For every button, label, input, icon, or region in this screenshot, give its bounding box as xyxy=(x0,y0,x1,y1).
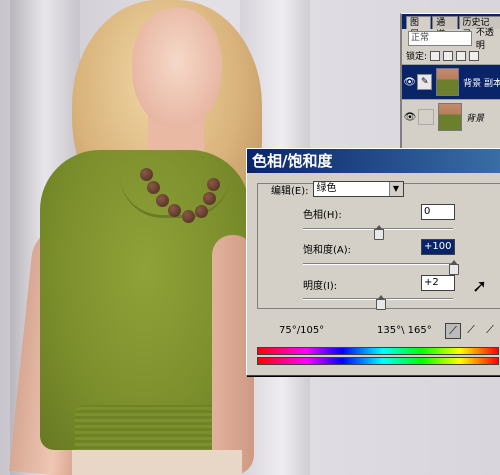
edit-select[interactable]: 绿色 ▼ xyxy=(312,181,404,197)
lock-pixels-icon[interactable] xyxy=(443,50,454,61)
chevron-down-icon[interactable]: ▼ xyxy=(388,182,403,196)
saturation-track[interactable] xyxy=(303,263,453,265)
blend-row: 正常 不透明 xyxy=(402,28,500,51)
lightness-slider-thumb[interactable] xyxy=(375,295,386,310)
layer-row-background-copy[interactable]: 👁 ✎ 背景 副本 xyxy=(402,64,500,99)
range-left-readout: 75°/105° xyxy=(279,325,325,336)
layers-panel: 图层 通道 历史记录 正常 不透明 锁定: 👁 ✎ 背景 副本 👁 背景 xyxy=(400,13,500,148)
hue-slider-thumb[interactable] xyxy=(374,225,384,240)
brush-icon: ✎ xyxy=(417,74,433,90)
eyedropper-plus-icon[interactable]: ⟋ xyxy=(464,323,478,337)
edit-value: 绿色 xyxy=(316,183,337,194)
layer-row-background[interactable]: 👁 背景 xyxy=(402,99,500,134)
saturation-label: 饱和度(A): xyxy=(303,245,352,256)
face xyxy=(132,8,222,128)
skirt xyxy=(72,450,242,475)
link-slot xyxy=(418,109,434,125)
result-color-bar xyxy=(257,357,499,365)
lock-position-icon[interactable] xyxy=(456,50,467,61)
lock-all-icon[interactable] xyxy=(469,50,480,61)
eyedropper-icon[interactable]: ⟋ xyxy=(445,323,461,339)
layer-name: 背景 xyxy=(466,113,485,124)
edit-label: 编辑(E): xyxy=(271,185,309,197)
saturation-slider-thumb[interactable] xyxy=(449,260,459,275)
tab-layers[interactable]: 图层 xyxy=(406,16,432,40)
layer-name: 背景 副本 xyxy=(463,78,500,89)
edit-row: 编辑(E): 绿色 ▼ xyxy=(271,181,404,197)
hue-label: 色相(H): xyxy=(303,210,342,221)
eye-icon[interactable]: 👁 xyxy=(402,112,418,123)
layer-thumbnail xyxy=(436,68,460,96)
layer-thumbnail xyxy=(438,103,462,131)
dialog-title[interactable]: 色相/饱和度 xyxy=(247,149,500,173)
range-right-readout: 135°\ 165° xyxy=(377,325,432,336)
lightness-label: 明度(I): xyxy=(303,281,338,292)
source-color-bar xyxy=(257,347,499,355)
opacity-label: 不透明 xyxy=(475,28,494,51)
blend-mode-select[interactable]: 正常 xyxy=(408,30,472,46)
adjust-group xyxy=(257,183,500,309)
hue-input[interactable]: 0 xyxy=(421,204,455,220)
hue-saturation-dialog: 色相/饱和度 编辑(E): 绿色 ▼ 色相(H): 0 饱和度(A): +100… xyxy=(246,148,500,376)
lock-transparency-icon[interactable] xyxy=(430,50,441,61)
mouse-cursor-icon: ➚ xyxy=(472,276,488,297)
saturation-input[interactable]: +100 xyxy=(421,239,455,255)
eyedropper-minus-icon[interactable]: ⟋ xyxy=(483,323,497,337)
lightness-input[interactable]: +2 xyxy=(421,275,455,291)
lock-label: 锁定: xyxy=(406,52,428,62)
eye-icon[interactable]: 👁 xyxy=(402,77,417,88)
tab-channels[interactable]: 通道 xyxy=(432,16,458,40)
